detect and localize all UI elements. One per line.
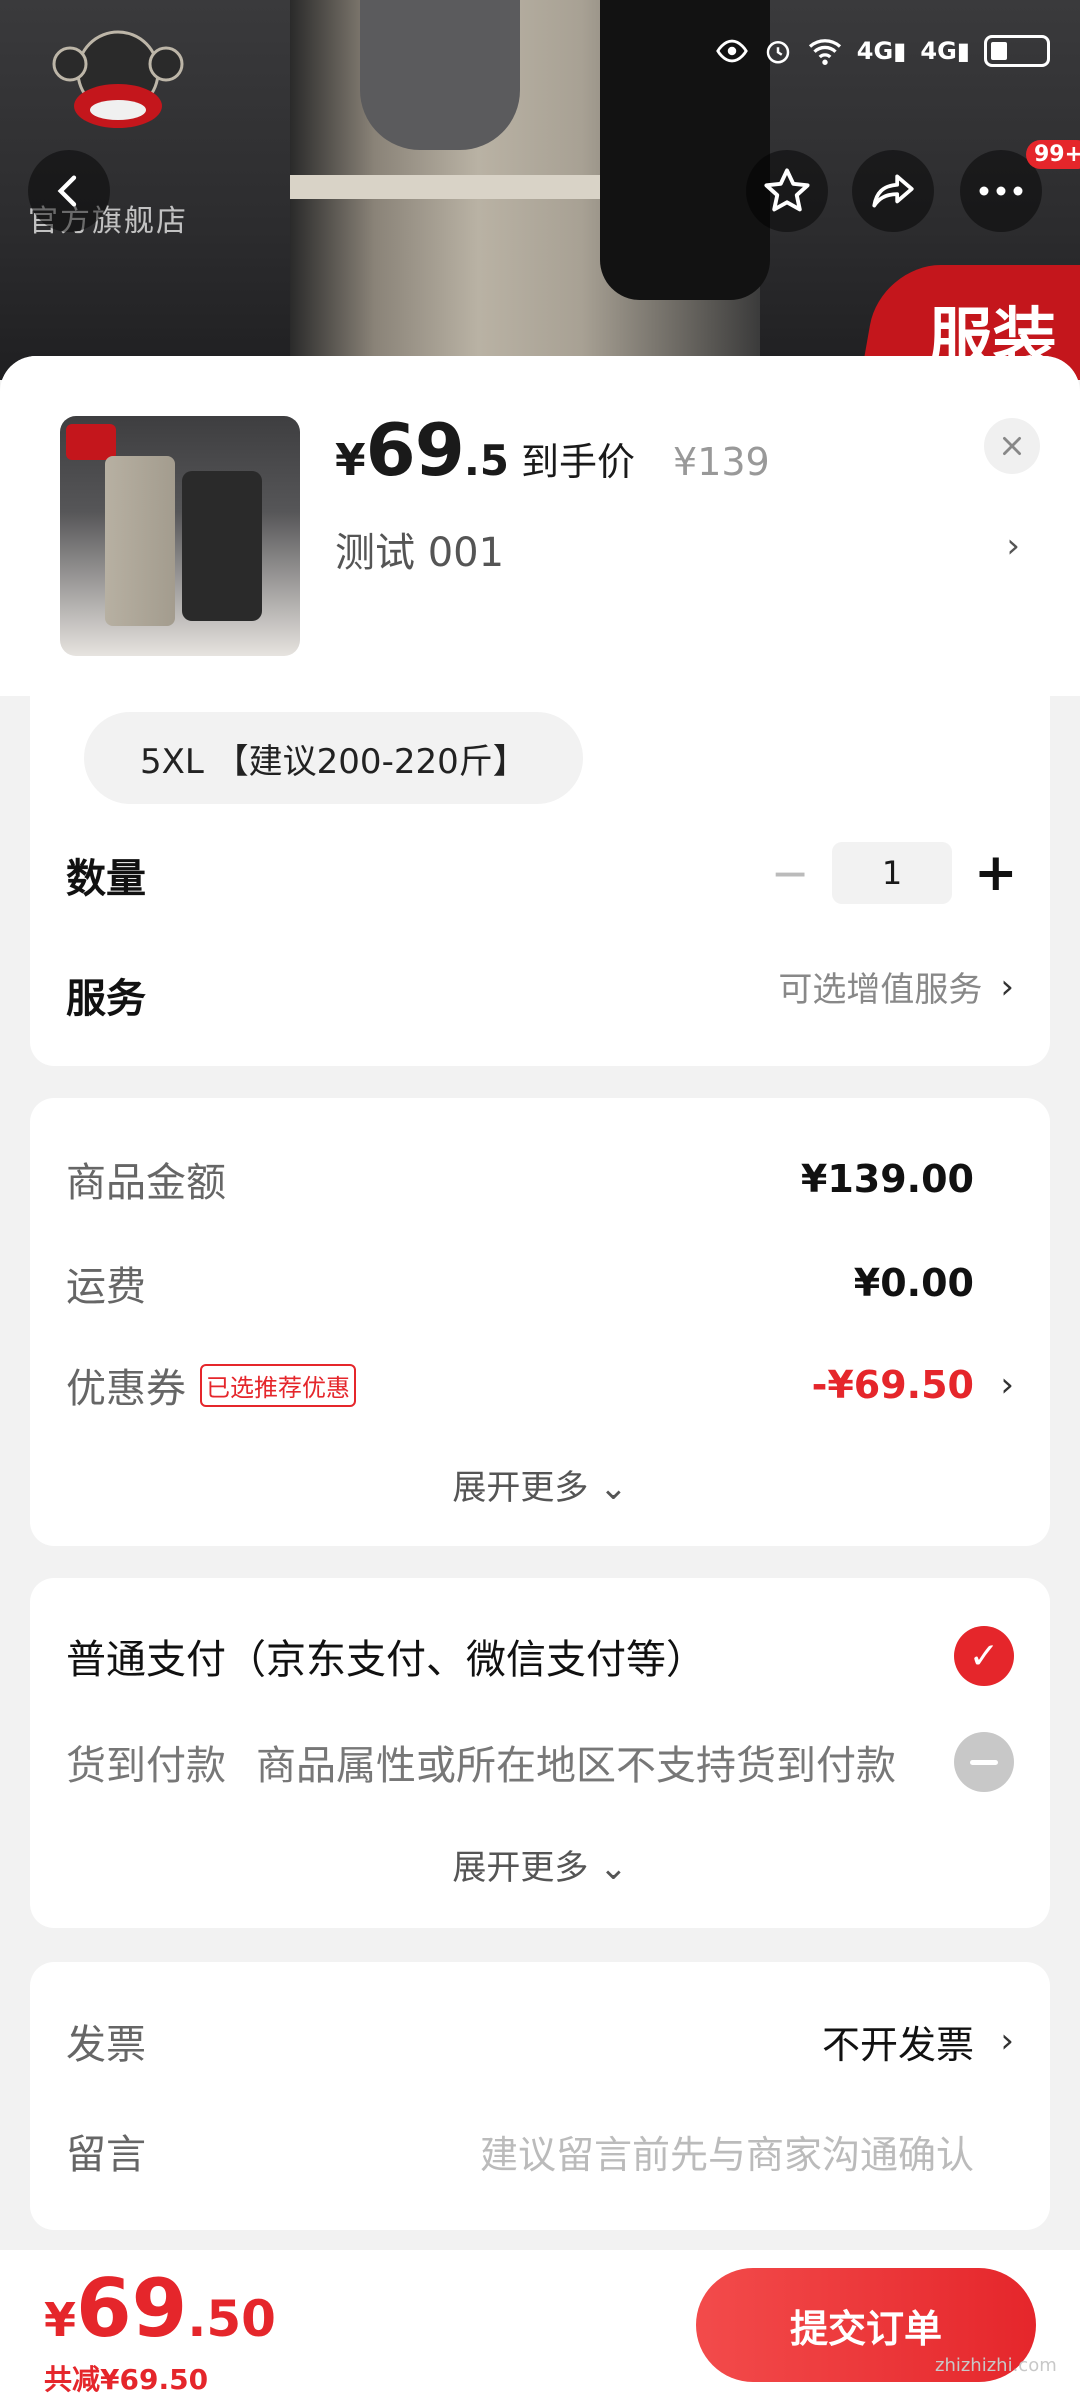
- payment-option-normal[interactable]: 普通支付（京东支付、微信支付等） ✓: [66, 1626, 1014, 1686]
- chevron-right-icon: ›: [1000, 2021, 1014, 2061]
- product-summary: ¥ 69 .5 到手价 ¥139 测试 001 ›: [0, 356, 1080, 696]
- alarm-icon: [766, 41, 790, 64]
- battery-icon: [984, 35, 1050, 67]
- payment-card: 普通支付（京东支付、微信支付等） ✓ 货到付款 商品属性或所在地区不支持货到付款…: [30, 1578, 1050, 1928]
- chevron-left-icon: [57, 175, 77, 207]
- back-button[interactable]: [28, 150, 110, 232]
- expand-more-fees[interactable]: 展开更多 ⌄: [30, 1460, 1050, 1509]
- share-button[interactable]: [852, 150, 934, 232]
- check-icon: ✓: [954, 1626, 1014, 1686]
- product-banner: 官方旗舰店 服装 4G▮ 4G▮ 99+: [0, 0, 1080, 380]
- expand-more-payment[interactable]: 展开更多 ⌄: [30, 1840, 1050, 1889]
- final-price: ¥ 69 .5 到手价 ¥139: [335, 408, 770, 492]
- fees-card: 商品金额 ¥139.00 运费 ¥0.00 优惠券 已选推荐优惠 -¥69.50…: [30, 1098, 1050, 1546]
- size-option-selected[interactable]: 5XL 【建议200-220斤】: [84, 712, 583, 804]
- chevron-right-icon[interactable]: ›: [1006, 526, 1020, 566]
- service-label: 服务: [66, 976, 146, 1022]
- total-saving: 共减¥69.50: [44, 2363, 209, 2396]
- close-icon: [1003, 437, 1021, 455]
- selected-variant[interactable]: 测试 001: [335, 520, 504, 578]
- quantity-label: 数量: [66, 856, 146, 902]
- total-price: ¥ 69 .50: [44, 2262, 276, 2355]
- watermark: zhizhizhi.com: [935, 2355, 1057, 2376]
- goods-amount-row: 商品金额 ¥139.00: [66, 1157, 974, 1206]
- payment-option-cod: 货到付款 商品属性或所在地区不支持货到付款: [66, 1732, 1014, 1792]
- model-image: [290, 0, 770, 380]
- share-icon: [872, 174, 914, 208]
- star-icon: [764, 168, 810, 212]
- quantity-stepper: − 1 +: [770, 842, 1018, 904]
- coupon-row[interactable]: 优惠券 已选推荐优惠 -¥69.50 ›: [66, 1356, 1014, 1414]
- extras-card: 发票 不开发票 › 留言 建议留言前先与商家沟通确认: [30, 1962, 1050, 2230]
- service-selector[interactable]: 可选增值服务 ›: [778, 962, 1014, 1011]
- chevron-right-icon: ›: [1000, 966, 1014, 1007]
- note-input[interactable]: 建议留言前先与商家沟通确认: [480, 2124, 974, 2179]
- close-button[interactable]: [984, 418, 1040, 474]
- status-bar: 4G▮ 4G▮: [715, 34, 1050, 68]
- shipping-row: 运费 ¥0.00: [66, 1261, 974, 1310]
- price-tag-label: 到手价: [521, 440, 636, 484]
- favorite-button[interactable]: [746, 150, 828, 232]
- signal-4g-icon: 4G▮: [856, 37, 907, 65]
- more-dots-icon: [979, 186, 1023, 196]
- increase-button[interactable]: +: [974, 843, 1018, 903]
- eye-icon: [715, 39, 748, 63]
- original-price: ¥139: [673, 440, 770, 484]
- signal-4g-icon: 4G▮: [920, 37, 970, 65]
- quantity-value[interactable]: 1: [832, 842, 952, 904]
- decrease-button[interactable]: −: [770, 846, 810, 900]
- order-sheet: ¥ 69 .5 到手价 ¥139 测试 001 › 5XL 【建议200-220…: [0, 356, 1080, 2400]
- checkout-bar: ¥ 69 .50 共减¥69.50 提交订单: [0, 2250, 1080, 2400]
- brand-logo: [52, 30, 184, 128]
- message-badge: 99+: [1026, 140, 1080, 169]
- note-row[interactable]: 留言 建议留言前先与商家沟通确认: [66, 2122, 1014, 2180]
- disabled-icon: [954, 1732, 1014, 1792]
- chevron-right-icon: ›: [1000, 1365, 1014, 1405]
- invoice-row[interactable]: 发票 不开发票 ›: [66, 2012, 1014, 2070]
- product-thumbnail: [60, 416, 300, 656]
- wifi-icon: [808, 39, 841, 65]
- coupon-status-badge: 已选推荐优惠: [200, 1363, 356, 1407]
- coupon-amount: -¥69.50: [811, 1363, 974, 1407]
- options-card: 5XL 【建议200-220斤】 数量 − 1 + 服务 可选增值服务 ›: [30, 696, 1050, 1066]
